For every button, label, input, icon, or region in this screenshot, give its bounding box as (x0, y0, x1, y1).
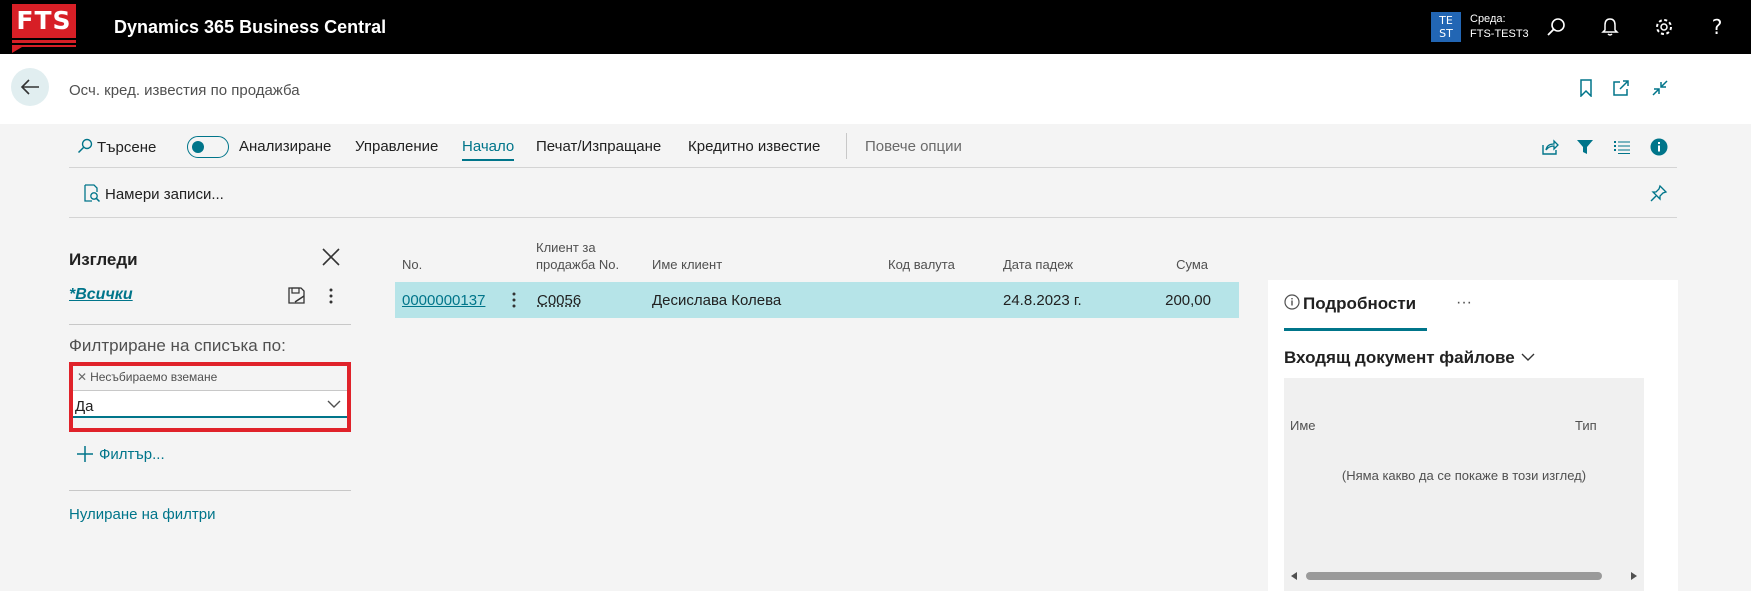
incoming-documents-part-title[interactable]: Входящ документ файлове (1284, 348, 1535, 368)
horizontal-scrollbar[interactable] (1284, 568, 1644, 584)
env-badge-line2: ST (1439, 27, 1453, 40)
tab-home[interactable]: Начало (462, 138, 515, 161)
view-all-link[interactable]: *Всички (69, 286, 133, 304)
page-header: Осч. кред. известия по продажба (0, 54, 1751, 124)
incoming-documents-list: Име Тип (Няма какво да се покаже в този … (1284, 378, 1644, 591)
search-action[interactable]: Търсене (77, 138, 156, 156)
filter-field-name: ✕ Несъбираемо вземане (77, 370, 217, 384)
bell-icon[interactable] (1597, 14, 1623, 40)
column-header-customer-no-line1: Клиент за (536, 240, 596, 255)
scroll-right-icon[interactable] (1628, 570, 1640, 582)
row-menu-icon[interactable] (507, 290, 521, 310)
info-icon[interactable] (1648, 136, 1670, 158)
tab-details[interactable]: Подробности (1284, 294, 1416, 314)
scrollbar-thumb[interactable] (1306, 572, 1602, 580)
part-title-label: Входящ документ файлове (1284, 348, 1515, 367)
env-badge-line1: TE (1439, 14, 1453, 27)
more-options[interactable]: Повече опции (865, 138, 962, 155)
find-records-button[interactable]: Намери записи... (83, 184, 224, 203)
cell-amount: 200,00 (1165, 292, 1211, 309)
environment-badge[interactable]: TE ST (1431, 12, 1461, 42)
factbox-more-button[interactable]: ··· (1456, 294, 1472, 312)
search-icon (77, 138, 93, 154)
column-header-customer-name[interactable]: Име клиент (652, 256, 722, 273)
find-records-label: Намери записи... (105, 186, 224, 203)
cell-no[interactable]: 0000000137 (402, 292, 485, 309)
reset-filters-link[interactable]: Нулиране на филтри (69, 506, 215, 523)
filter-value-select[interactable]: Да (73, 390, 347, 418)
gear-icon[interactable] (1651, 14, 1677, 40)
scroll-left-icon[interactable] (1288, 570, 1300, 582)
column-header-customer-no[interactable]: Клиент за продажба No. (536, 239, 619, 273)
page-title: Осч. кред. известия по продажба (69, 82, 300, 99)
views-title: Изгледи (69, 250, 138, 269)
filter-value: Да (75, 398, 94, 415)
tab-manage[interactable]: Управление (355, 138, 438, 155)
analyze-toggle[interactable] (187, 136, 229, 158)
column-header-amount[interactable]: Сума (1145, 256, 1208, 273)
cell-customer-no[interactable]: C0056 (537, 292, 581, 309)
add-filter-label: Филтър... (99, 446, 165, 463)
back-button[interactable] (11, 68, 49, 106)
app-title[interactable]: Dynamics 365 Business Central (114, 17, 386, 38)
column-header-name[interactable]: Име (1290, 418, 1316, 433)
find-records-icon (84, 184, 101, 203)
column-header-no[interactable]: No. (402, 256, 422, 273)
filter-list-by-label: Филтриране на списъка по: (69, 336, 286, 355)
logo-stripe (12, 40, 76, 43)
chevron-down-icon (1521, 353, 1535, 361)
column-header-customer-no-line2: продажба No. (536, 257, 620, 272)
arrow-left-icon (20, 79, 39, 95)
active-tab-indicator (1284, 328, 1427, 331)
filter-icon[interactable] (1574, 136, 1596, 158)
cell-due-date: 24.8.2023 г. (1003, 292, 1082, 309)
divider (69, 490, 351, 491)
list-view-icon[interactable] (1611, 136, 1633, 158)
search-action-label: Търсене (97, 139, 157, 156)
empty-message: (Няма какво да се покаже в този изглед) (1341, 468, 1587, 483)
filter-field-highlight: ✕ Несъбираемо вземане Да (69, 362, 351, 432)
close-icon[interactable] (320, 246, 344, 270)
top-bar: FTS Dynamics 365 Business Central TE ST … (0, 0, 1751, 54)
filter-field-label: Несъбираемо вземане (90, 370, 218, 384)
remove-filter-icon[interactable]: ✕ (77, 370, 87, 384)
save-view-icon[interactable] (285, 284, 309, 308)
cell-customer-name: Десислава Колева (652, 292, 782, 309)
divider (69, 324, 351, 325)
table-row[interactable]: 0000000137 C0056 Десислава Колева 24.8.2… (395, 282, 1239, 318)
env-name: FTS-TEST3 (1470, 28, 1529, 40)
bookmark-icon[interactable] (1574, 76, 1598, 100)
toggle-knob (192, 141, 204, 153)
logo-tail (12, 47, 22, 53)
logo-text: FTS (12, 4, 76, 38)
help-icon[interactable]: ? (1704, 14, 1730, 40)
action-separator (846, 133, 847, 159)
environment-info[interactable]: Среда: FTS-TEST3 (1470, 12, 1529, 42)
env-label: Среда: (1470, 13, 1506, 25)
analyze-label[interactable]: Анализиране (239, 138, 331, 155)
column-header-type[interactable]: Тип (1575, 418, 1597, 433)
action-bar: Търсене Анализиране Управление Начало Пе… (69, 128, 1677, 168)
tab-credit-memo[interactable]: Кредитно известие (688, 138, 820, 155)
share-icon[interactable] (1539, 136, 1561, 158)
info-icon (1284, 294, 1300, 310)
open-new-window-icon[interactable] (1609, 76, 1633, 100)
pin-icon[interactable] (1648, 182, 1670, 204)
tab-details-label: Подробности (1303, 294, 1417, 313)
plus-icon (77, 446, 93, 462)
factbox-pane: Подробности ··· Входящ документ файлове … (1268, 280, 1678, 591)
search-icon[interactable] (1543, 14, 1569, 40)
add-filter-button[interactable]: Филтър... (77, 446, 165, 463)
sub-action-bar: Намери записи... (69, 170, 1677, 218)
column-header-due-date[interactable]: Дата падеж (1003, 256, 1073, 273)
collapse-icon[interactable] (1648, 76, 1672, 100)
chevron-down-icon (327, 400, 341, 408)
column-header-currency-code[interactable]: Код валута (888, 256, 955, 273)
tab-print-send[interactable]: Печат/Изпращане (536, 138, 661, 155)
company-logo[interactable]: FTS (12, 4, 76, 53)
more-vertical-icon[interactable] (319, 284, 343, 308)
